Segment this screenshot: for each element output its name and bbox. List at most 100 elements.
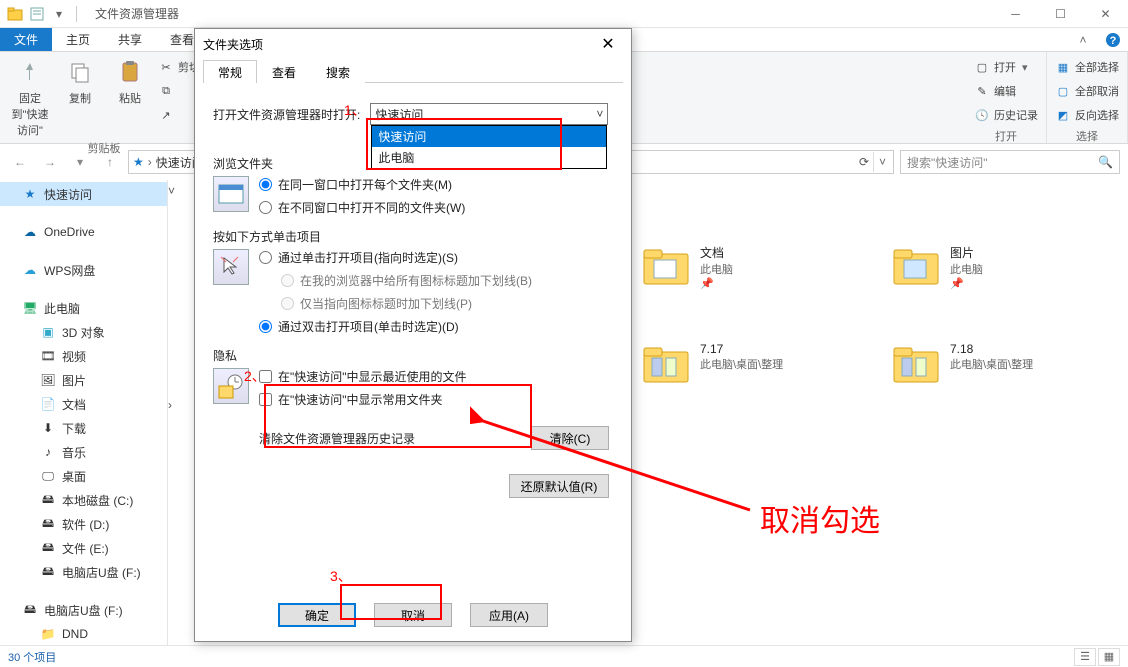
titlebar: ▾ 文件资源管理器 ─ ☐ ✕	[0, 0, 1128, 28]
help-button[interactable]: ?	[1098, 28, 1128, 51]
history-button[interactable]: 🕓历史记录	[974, 104, 1038, 126]
dialog-footer: 确定 取消 应用(A)	[195, 603, 631, 627]
select-none-icon: ▢	[1055, 83, 1071, 99]
details-view-button[interactable]: ☰	[1074, 648, 1096, 666]
group-clipboard: 固定到"快速访问" 复制 粘贴 ✂ 剪切 ⧉ ↗	[0, 52, 209, 143]
ok-button[interactable]: 确定	[278, 603, 356, 627]
sidebar-this-pc[interactable]: 🖥此电脑	[0, 296, 167, 320]
properties-icon[interactable]	[28, 5, 46, 23]
tiles-view-button[interactable]: ▦	[1098, 648, 1120, 666]
annotation-label-3: 3、	[330, 566, 352, 586]
tab-general[interactable]: 常规	[203, 60, 257, 83]
invert-selection-button[interactable]: ◩反向选择	[1055, 104, 1119, 126]
pin-icon: 📌	[700, 277, 733, 290]
pin-to-quick-access-button[interactable]: 固定到"快速访问"	[8, 56, 52, 138]
sidebar-item[interactable]: 🖴本地磁盘 (C:)	[0, 488, 167, 512]
select-none-button[interactable]: ▢全部取消	[1055, 80, 1119, 102]
dialog-close-button[interactable]: ✕	[593, 32, 623, 56]
sidebar-item[interactable]: 🖴文件 (E:)	[0, 536, 167, 560]
sidebar-onedrive[interactable]: ☁OneDrive	[0, 220, 167, 244]
double-click-radio[interactable]: 通过双击打开项目(单击时选定)(D)	[259, 318, 532, 335]
maximize-button[interactable]: ☐	[1038, 0, 1083, 28]
open-explorer-combo[interactable]: 快速访问 ˅ 快速访问 此电脑	[370, 103, 608, 125]
star-icon: ★	[133, 155, 144, 169]
sidebar-item[interactable]: 🖴电脑店U盘 (F:)	[0, 560, 167, 584]
recent-locations-button[interactable]: ▾	[68, 150, 92, 174]
item-count: 30 个项目	[8, 649, 56, 665]
tab-view[interactable]: 查看	[257, 60, 311, 83]
select-all-button[interactable]: ▦全部选择	[1055, 56, 1119, 78]
sidebar-item[interactable]: ♪音乐	[0, 440, 167, 464]
sidebar-item[interactable]: 🖵桌面	[0, 464, 167, 488]
folder-tile[interactable]: 图片此电脑📌	[892, 244, 1092, 292]
single-click-radio[interactable]: 通过单击打开项目(指向时选定)(S)	[259, 249, 532, 266]
minimize-ribbon-button[interactable]: ˄	[1068, 28, 1098, 51]
dialog-body: 打开文件资源管理器时打开: 快速访问 ˅ 快速访问 此电脑 浏览文件夹 在同一窗…	[195, 83, 631, 512]
restore-defaults-button[interactable]: 还原默认值(R)	[509, 474, 609, 498]
tab-home[interactable]: 主页	[52, 28, 104, 51]
pc-icon: 🖥	[22, 300, 38, 316]
sidebar-quick-access[interactable]: ★快速访问	[0, 182, 167, 206]
paste-button[interactable]: 粘贴	[108, 56, 152, 106]
up-button[interactable]: ↑	[98, 150, 122, 174]
show-frequent-folders-checkbox[interactable]: 在"快速访问"中显示常用文件夹	[259, 391, 467, 408]
apply-button[interactable]: 应用(A)	[470, 603, 548, 627]
tab-share[interactable]: 共享	[104, 28, 156, 51]
folder-icon	[892, 244, 940, 292]
refresh-button[interactable]: ⟳	[859, 155, 869, 169]
qat-chevron-icon[interactable]: ▾	[50, 5, 68, 23]
underline-point-radio: 仅当指向图标标题时加下划线(P)	[259, 295, 532, 312]
group-chevron-icon[interactable]: ˅	[168, 184, 182, 198]
pictures-icon: 🖼	[40, 372, 56, 388]
desktop-icon: 🖵	[40, 468, 56, 484]
forward-button[interactable]: →	[38, 150, 62, 174]
sidebar-item[interactable]: 🖴软件 (D:)	[0, 512, 167, 536]
invert-icon: ◩	[1055, 107, 1071, 123]
edit-button[interactable]: ✎编辑	[974, 80, 1038, 102]
annotation-big-text: 取消勾选	[760, 496, 880, 540]
back-button[interactable]: ←	[8, 150, 32, 174]
combo-dropdown: 快速访问 此电脑	[371, 125, 607, 169]
clear-history-label: 清除文件资源管理器历史记录	[213, 430, 415, 447]
search-placeholder: 搜索"快速访问"	[907, 154, 988, 171]
folder-tile[interactable]: 7.18此电脑\桌面\整理	[892, 342, 1092, 390]
downloads-icon: ⬇	[40, 420, 56, 436]
sidebar-item[interactable]: 📁DND	[0, 622, 167, 645]
cube-icon: ▣	[40, 324, 56, 340]
dialog-titlebar: 文件夹选项 ✕	[195, 29, 631, 59]
show-recent-files-checkbox[interactable]: 在"快速访问"中显示最近使用的文件	[259, 368, 467, 385]
minimize-button[interactable]: ─	[993, 0, 1038, 28]
sidebar-item[interactable]: 🎞视频	[0, 344, 167, 368]
folder-tile[interactable]: 文档此电脑📌	[642, 244, 842, 292]
window-controls: ─ ☐ ✕	[993, 0, 1128, 28]
drive-icon: 🖴	[40, 540, 56, 556]
folder-tile[interactable]: 7.17此电脑\桌面\整理	[642, 342, 842, 390]
tab-search[interactable]: 搜索	[311, 60, 365, 83]
new-window-radio[interactable]: 在不同窗口中打开不同的文件夹(W)	[259, 199, 465, 216]
sidebar-item[interactable]: ▣3D 对象	[0, 320, 167, 344]
open-button[interactable]: ▢打开▾	[974, 56, 1038, 78]
combo-option[interactable]: 此电脑	[372, 147, 606, 168]
folder-options-dialog: 文件夹选项 ✕ 常规 查看 搜索 打开文件资源管理器时打开: 快速访问 ˅ 快速…	[194, 28, 632, 642]
group-select: ▦全部选择 ▢全部取消 ◩反向选择 选择	[1047, 52, 1128, 143]
cancel-button[interactable]: 取消	[374, 603, 452, 627]
sidebar-usb[interactable]: 🖴电脑店U盘 (F:)	[0, 598, 167, 622]
search-input[interactable]: 搜索"快速访问" 🔍	[900, 150, 1120, 174]
sidebar-item[interactable]: 🖼图片	[0, 368, 167, 392]
sidebar-item[interactable]: ⬇下载	[0, 416, 167, 440]
group-chevron-icon[interactable]: ›	[168, 398, 182, 412]
documents-icon: 📄	[40, 396, 56, 412]
breadcrumb-drop-button[interactable]: ˅	[873, 152, 891, 172]
click-label: 按如下方式单击项目	[213, 228, 613, 245]
tab-file[interactable]: 文件	[0, 28, 52, 51]
same-window-radio[interactable]: 在同一窗口中打开每个文件夹(M)	[259, 176, 465, 193]
star-icon: ★	[22, 186, 38, 202]
combo-option[interactable]: 快速访问	[372, 126, 606, 147]
scissors-icon: ✂	[158, 59, 174, 75]
sidebar-item[interactable]: 📄文档	[0, 392, 167, 416]
clear-button[interactable]: 清除(C)	[531, 426, 609, 450]
close-button[interactable]: ✕	[1083, 0, 1128, 28]
drive-icon: 🖴	[40, 516, 56, 532]
copy-button[interactable]: 复制	[58, 56, 102, 106]
sidebar-wps[interactable]: ☁WPS网盘	[0, 258, 167, 282]
